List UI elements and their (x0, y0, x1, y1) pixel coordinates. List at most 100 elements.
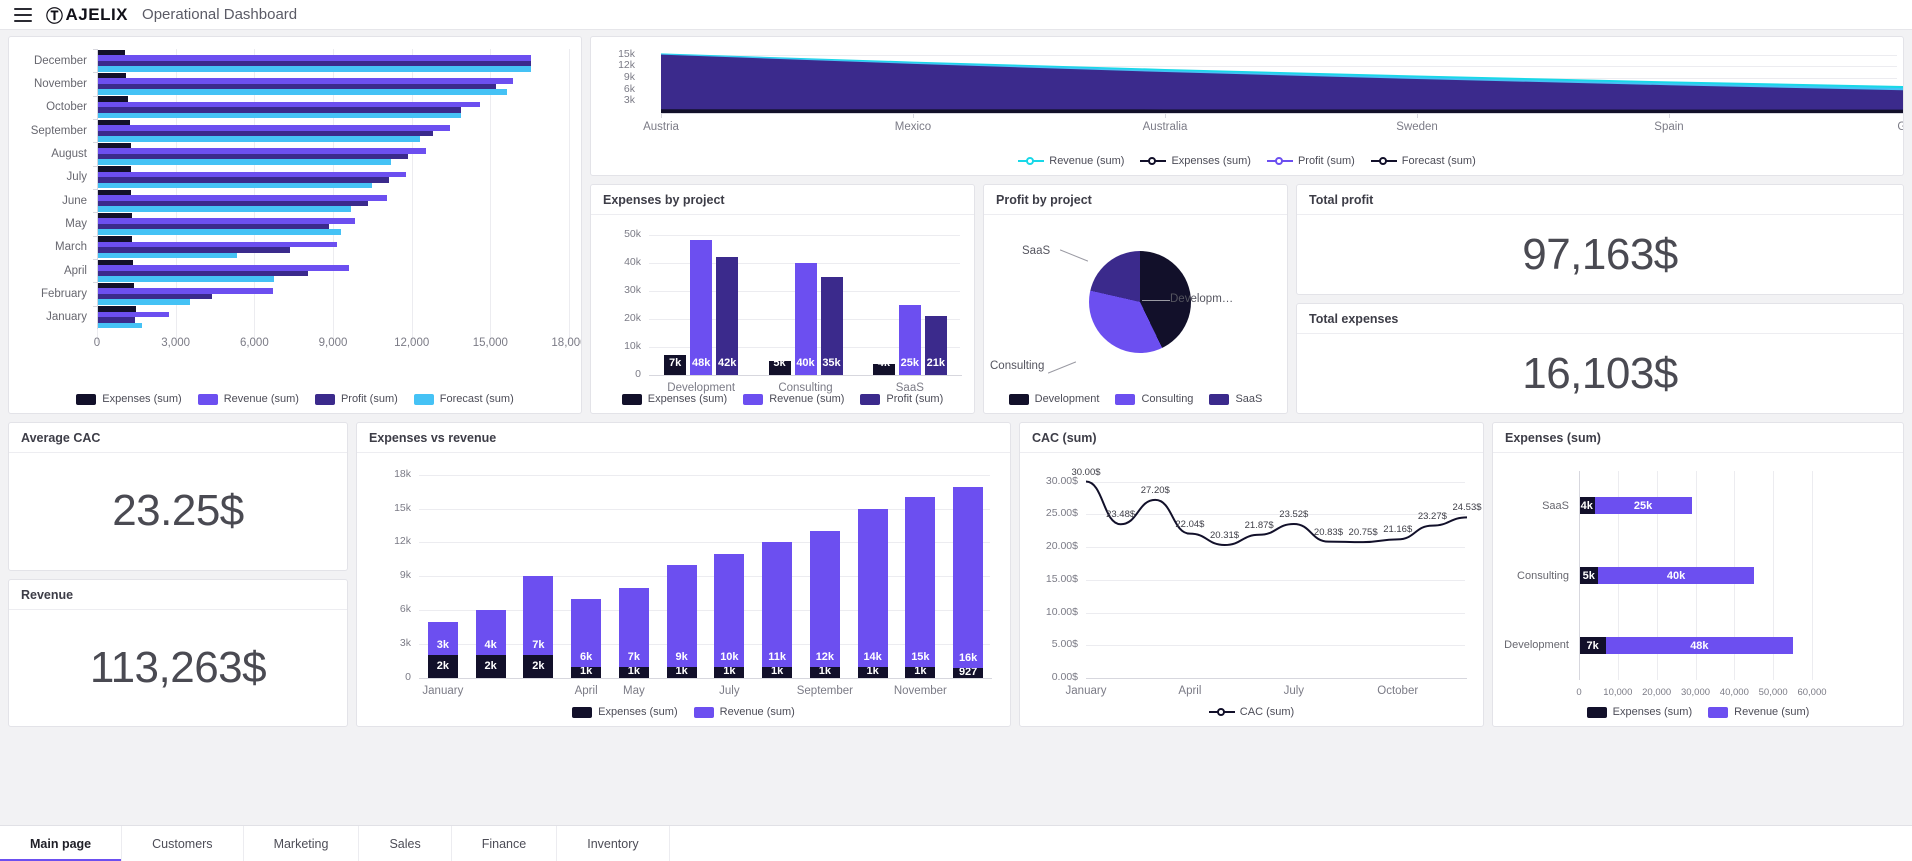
bar-expenses[interactable]: 1k (667, 667, 697, 678)
bar-expenses[interactable]: 2k (476, 655, 506, 678)
bar[interactable]: 7k (664, 355, 686, 375)
y-axis-tick: 18k (373, 468, 411, 480)
y-axis-tick: Consulting (1493, 570, 1569, 582)
hamburger-menu-icon[interactable] (14, 8, 32, 22)
legend-item-0[interactable]: Expenses (sum) (76, 393, 181, 405)
bar-revenue[interactable]: 14k (858, 509, 888, 667)
bar-expenses[interactable]: 5k (1579, 567, 1598, 584)
legend-item-1[interactable]: Consulting (1115, 393, 1193, 405)
card-total-profit: Total profit 97,163$ (1296, 184, 1904, 295)
legend-item-2[interactable]: SaaS (1209, 393, 1262, 405)
legend-profit-by-project: Development Consulting SaaS (984, 387, 1287, 413)
legend-item-2[interactable]: Profit (sum) (315, 393, 398, 405)
bar-expenses[interactable]: 7k (1579, 637, 1606, 654)
axis-tick-mark (1417, 113, 1418, 118)
bar[interactable] (97, 206, 351, 212)
bar[interactable] (97, 136, 420, 142)
bar-revenue[interactable]: 11k (762, 542, 792, 666)
bar-revenue[interactable]: 40k (1598, 567, 1753, 584)
chart-by-country[interactable]: 3k6k9k12k15kAustriaMexicoAustraliaSweden… (591, 37, 1903, 149)
legend-item-line[interactable]: Expenses (sum) (1140, 155, 1250, 167)
bar-revenue[interactable]: 7k (523, 576, 553, 655)
bar[interactable]: 4k (873, 364, 895, 375)
bar-expenses[interactable]: 1k (905, 667, 935, 678)
bar[interactable] (97, 299, 190, 305)
chart-profit-by-project[interactable]: Developm…ConsultingSaaS (984, 215, 1287, 387)
bar-revenue[interactable]: 7k (619, 588, 649, 667)
tab-marketing[interactable]: Marketing (244, 826, 360, 861)
bar[interactable] (97, 66, 531, 72)
bar-expenses[interactable]: 2k (428, 655, 458, 678)
bar[interactable]: 5k (769, 361, 791, 375)
bar-revenue[interactable]: 3k (428, 622, 458, 656)
legend-item-1[interactable]: Revenue (sum) (1708, 706, 1809, 718)
legend-item-0[interactable]: Expenses (sum) (572, 706, 677, 718)
dashboard-grid: 03,0006,0009,00012,00015,00018,000Decemb… (0, 30, 1912, 825)
bar-expenses[interactable]: 1k (714, 667, 744, 678)
bar[interactable] (97, 113, 461, 119)
y-axis-tick: July (9, 171, 87, 183)
chart-expenses-by-project[interactable]: 010k20k30k40k50k7k48k42kDevelopment5k40k… (591, 215, 974, 387)
legend-item-1[interactable]: Revenue (sum) (694, 706, 795, 718)
chart-expenses-vs-revenue[interactable]: 03k6k9k12k15k18k2k3kJanuary2k4k2k7k1k6kA… (357, 453, 1010, 700)
legend-item-0[interactable]: Expenses (sum) (1587, 706, 1692, 718)
bar[interactable]: 48k (690, 240, 712, 375)
bar[interactable]: 25k (899, 305, 921, 375)
bar-value-label: 7k (619, 651, 649, 663)
bar[interactable]: 35k (821, 277, 843, 375)
tab-finance[interactable]: Finance (452, 826, 557, 861)
bar-expenses[interactable]: 4k (1579, 497, 1595, 514)
page-tabs[interactable]: Main pageCustomersMarketingSalesFinanceI… (0, 825, 1912, 861)
legend-item-1[interactable]: Revenue (sum) (198, 393, 299, 405)
bar-revenue[interactable]: 15k (905, 497, 935, 666)
bar-revenue[interactable]: 6k (571, 599, 601, 667)
bar-revenue[interactable]: 16k (953, 487, 983, 668)
bar[interactable]: 42k (716, 257, 738, 375)
bar[interactable] (97, 183, 372, 189)
bar[interactable] (97, 89, 507, 95)
tab-inventory[interactable]: Inventory (557, 826, 669, 861)
bar-revenue[interactable]: 10k (714, 554, 744, 667)
tab-customers[interactable]: Customers (122, 826, 243, 861)
bar[interactable] (97, 253, 237, 259)
legend-item-line[interactable]: CAC (sum) (1209, 706, 1294, 718)
bar[interactable] (97, 229, 341, 235)
legend-label: Revenue (sum) (769, 393, 844, 405)
bar[interactable] (97, 159, 391, 165)
bar-expenses[interactable]: 2k (523, 655, 553, 678)
legend-item-3[interactable]: Forecast (sum) (414, 393, 514, 405)
bar[interactable] (97, 276, 274, 282)
bar-expenses[interactable]: 927 (953, 668, 983, 678)
bar[interactable]: 21k (925, 316, 947, 375)
bar-expenses[interactable]: 1k (619, 667, 649, 678)
bar[interactable] (97, 323, 142, 329)
bar-revenue[interactable]: 9k (667, 565, 697, 667)
x-axis-line (661, 113, 1904, 114)
tab-sales[interactable]: Sales (359, 826, 451, 861)
legend-item-2[interactable]: Profit (sum) (860, 393, 943, 405)
legend-item-0[interactable]: Development (1009, 393, 1100, 405)
bar-expenses[interactable]: 1k (810, 667, 840, 678)
bar[interactable]: 40k (795, 263, 817, 375)
legend-item-line[interactable]: Revenue (sum) (1018, 155, 1124, 167)
bar-expenses[interactable]: 1k (762, 667, 792, 678)
gridline (419, 542, 990, 543)
chart-monthly-metrics[interactable]: 03,0006,0009,00012,00015,00018,000Decemb… (9, 37, 581, 387)
chart-expenses-sum[interactable]: 010,00020,00030,00040,00050,00060,000Saa… (1493, 453, 1903, 700)
tab-main-page[interactable]: Main page (0, 826, 122, 861)
legend-item-line[interactable]: Profit (sum) (1267, 155, 1355, 167)
bar-value-label: 25k (899, 357, 921, 369)
legend-item-line[interactable]: Forecast (sum) (1371, 155, 1476, 167)
bar-revenue[interactable]: 48k (1606, 637, 1792, 654)
legend-item-1[interactable]: Revenue (sum) (743, 393, 844, 405)
dashboard-row-1b: Expenses by project 010k20k30k40k50k7k48… (590, 184, 1904, 414)
data-point-label: 30.00$ (1071, 467, 1100, 478)
bar-expenses[interactable]: 1k (858, 667, 888, 678)
bar-expenses[interactable]: 1k (571, 667, 601, 678)
chart-cac-sum[interactable]: 0.00$5.00$10.00$15.00$20.00$25.00$30.00$… (1020, 453, 1483, 700)
bar-revenue[interactable]: 12k (810, 531, 840, 667)
bar-revenue[interactable]: 25k (1595, 497, 1692, 514)
legend-item-0[interactable]: Expenses (sum) (622, 393, 727, 405)
bar-value-label: 7k (523, 639, 553, 651)
bar-revenue[interactable]: 4k (476, 610, 506, 655)
